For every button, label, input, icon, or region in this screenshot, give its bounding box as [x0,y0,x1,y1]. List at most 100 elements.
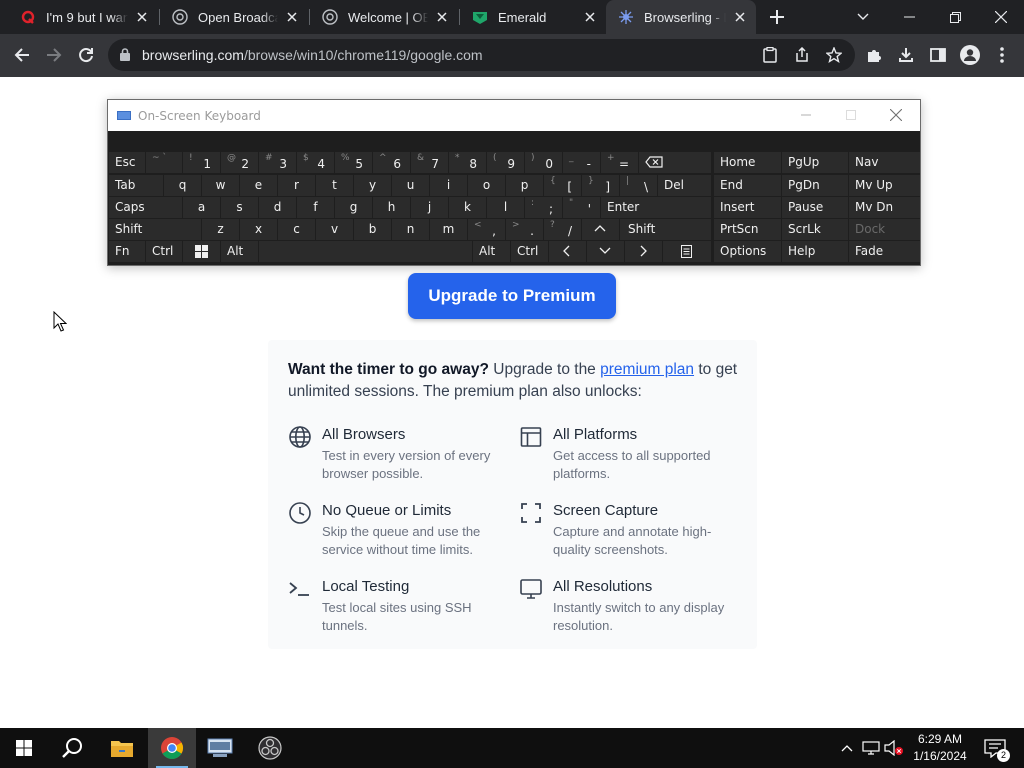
key-arrow-up[interactable] [582,219,619,240]
key-f[interactable]: f [297,197,334,218]
key-e[interactable]: e [240,175,277,196]
key-8[interactable]: * 8 [449,152,486,173]
key-h[interactable]: h [373,197,410,218]
key-w[interactable]: w [202,175,239,196]
key-x[interactable]: x [240,219,277,240]
key-4[interactable]: $4 [297,152,334,173]
key-v[interactable]: v [316,219,353,240]
key-backtick[interactable]: ~ ` [146,152,182,173]
minimize-button[interactable] [886,0,932,34]
key-space[interactable] [259,241,472,262]
key-tab[interactable]: Tab [109,175,163,196]
osk-title-bar[interactable]: On-Screen Keyboard [108,100,920,131]
key-period[interactable]: >. [506,219,543,240]
key-home[interactable]: Home [714,152,781,173]
key-right-bracket[interactable]: }] [582,175,619,196]
key-y[interactable]: y [354,175,391,196]
tab-close-icon[interactable] [434,9,450,25]
key-minus[interactable]: _ - [563,152,600,173]
key-fn[interactable]: Fn [109,241,145,262]
osk-close-button[interactable] [888,107,904,123]
back-button[interactable] [7,40,37,70]
tab-open-broadcast[interactable]: Open Broadcast [160,0,308,34]
key-help[interactable]: Help [782,241,848,262]
key-alt-left[interactable]: Alt [221,241,258,262]
taskbar-on-screen-keyboard[interactable] [196,728,244,768]
key-insert[interactable]: Insert [714,197,781,218]
key-left-bracket[interactable]: {[ [544,175,581,196]
taskbar-chrome[interactable] [148,728,196,768]
key-s[interactable]: s [221,197,258,218]
key-caps[interactable]: Caps [109,197,182,218]
key-alt-right[interactable]: Alt [473,241,510,262]
key-0[interactable]: ) 0 [525,152,562,173]
key-quote[interactable]: " ' [563,197,600,218]
key-j[interactable]: j [411,197,448,218]
tab-close-icon[interactable] [134,9,150,25]
restore-button[interactable] [932,0,978,34]
taskbar-file-explorer[interactable] [98,728,146,768]
key-q[interactable]: q [164,175,201,196]
key-ctrl-left[interactable]: Ctrl [146,241,182,262]
share-button[interactable] [787,40,817,70]
key-o[interactable]: o [468,175,505,196]
osk-maximize-button[interactable] [843,107,859,123]
premium-plan-link[interactable]: premium plan [600,361,694,378]
key-i[interactable]: i [430,175,467,196]
tab-close-icon[interactable] [582,9,598,25]
key-g[interactable]: g [335,197,372,218]
reload-button[interactable] [71,40,101,70]
key-enter[interactable]: Enter [601,197,711,218]
key-fade[interactable]: Fade [849,241,920,262]
key-nav[interactable]: Nav [849,152,920,173]
key-m[interactable]: m [430,219,467,240]
downloads-button[interactable] [891,40,921,70]
upgrade-to-premium-button[interactable]: Upgrade to Premium [408,273,616,319]
key-9[interactable]: (9 [487,152,524,173]
key-u[interactable]: u [392,175,429,196]
new-tab-button[interactable] [765,5,789,29]
key-3[interactable]: #3 [259,152,296,173]
key-backspace[interactable] [639,152,711,173]
key-5[interactable]: % 5 [335,152,372,173]
bookmark-button[interactable] [819,40,849,70]
key-del[interactable]: Del [658,175,711,196]
volume-button[interactable] [883,728,905,768]
key-arrow-right[interactable] [625,241,662,262]
network-button[interactable] [860,728,882,768]
key-dock[interactable]: Dock [849,219,920,240]
key-ctrl-right[interactable]: Ctrl [511,241,548,262]
key-mv-dn[interactable]: Mv Dn [849,197,920,218]
key-z[interactable]: z [202,219,239,240]
key-2[interactable]: @2 [221,152,258,173]
tab-emerald[interactable]: Emerald [460,0,606,34]
key-prtscn[interactable]: PrtScn [714,219,781,240]
key-comma[interactable]: <, [468,219,505,240]
key-p[interactable]: p [506,175,543,196]
forward-button[interactable] [39,40,69,70]
start-button[interactable] [0,728,48,768]
key-l[interactable]: l [487,197,524,218]
key-t[interactable]: t [316,175,353,196]
key-r[interactable]: r [278,175,315,196]
address-bar[interactable]: browserling.com/browse/win10/chrome119/g… [108,39,855,71]
key-backslash[interactable]: | \ [620,175,657,196]
close-window-button[interactable] [978,0,1024,34]
taskbar-search-button[interactable] [48,728,96,768]
key-pgup[interactable]: PgUp [782,152,848,173]
lock-icon[interactable] [120,48,130,66]
tab-close-icon[interactable] [732,9,748,25]
notifications-button[interactable]: 2 [980,728,1010,768]
key-esc[interactable]: Esc [109,152,145,173]
key-7[interactable]: & 7 [411,152,448,173]
tab-quora[interactable]: I'm 9 but I want [8,0,158,34]
key-arrow-down[interactable] [587,241,624,262]
key-k[interactable]: k [449,197,486,218]
key-pgdn[interactable]: PgDn [782,175,848,196]
key-1[interactable]: ! 1 [183,152,220,173]
key-context-menu[interactable] [663,241,711,262]
key-d[interactable]: d [259,197,296,218]
key-equals[interactable]: + = [601,152,638,173]
tab-close-icon[interactable] [284,9,300,25]
key-arrow-left[interactable] [549,241,586,262]
